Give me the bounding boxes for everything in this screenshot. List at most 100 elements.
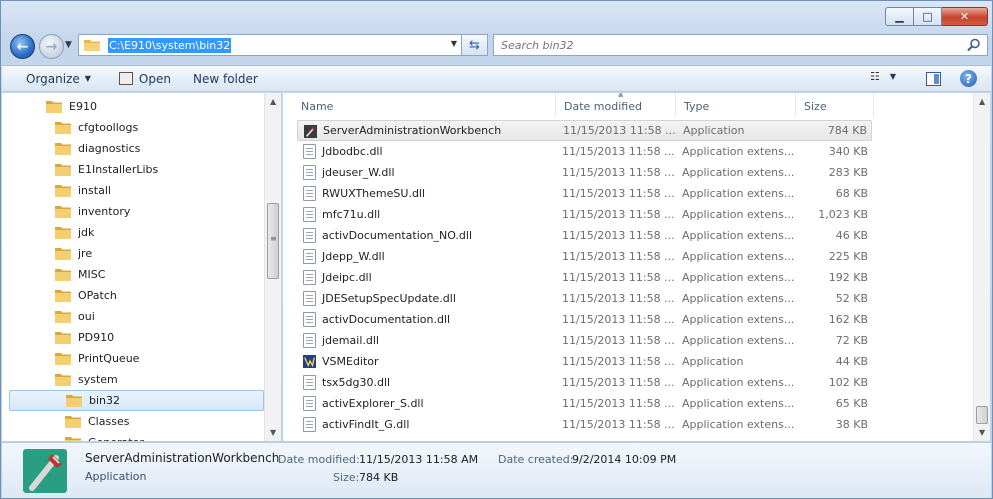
- open-button[interactable]: Open: [111, 66, 179, 91]
- file-size: 102 KB: [828, 376, 868, 389]
- column-headers: ▲ Name Date modified Type Size: [293, 93, 973, 117]
- folder-icon: [55, 374, 71, 386]
- dll-icon: [303, 249, 316, 264]
- navigation-pane: E910 cfgtoollogs diagnostics E1InstallerLib…: [2, 93, 281, 441]
- column-name[interactable]: Name: [293, 93, 556, 117]
- recent-pages-dropdown[interactable]: ▼: [65, 40, 72, 50]
- new-folder-button[interactable]: New folder: [185, 66, 266, 91]
- file-row[interactable]: Jdbodbc.dll 11/15/2013 11:58 ... Applicati…: [297, 141, 872, 162]
- file-size: 38 KB: [835, 418, 868, 431]
- tree-item-system[interactable]: system: [55, 369, 118, 390]
- refresh-button[interactable]: ⇆: [462, 34, 488, 56]
- organize-button[interactable]: Organize ▼: [18, 66, 99, 91]
- close-button[interactable]: ✕: [942, 7, 988, 26]
- tree-item-jdk[interactable]: jdk: [55, 222, 94, 243]
- tree-item-cfgtoollogs[interactable]: cfgtoollogs: [55, 117, 138, 138]
- file-row[interactable]: activFindIt_G.dll 11/15/2013 11:58 ... App…: [297, 414, 872, 435]
- navigation-scrollbar[interactable]: ▲ ≡ ▼: [264, 93, 281, 441]
- tree-item-opatch[interactable]: OPatch: [55, 285, 117, 306]
- file-row[interactable]: jdeuser_W.dll 11/15/2013 11:58 ... Applica…: [297, 162, 872, 183]
- file-date-modified: 11/15/2013 11:58 ...: [562, 229, 675, 242]
- tree-item-misc[interactable]: MISC: [55, 264, 105, 285]
- command-bar: Organize ▼ Open New folder ☷ ▼ ?: [2, 65, 991, 92]
- details-date-modified-label: Date modified:: [278, 453, 360, 466]
- column-type[interactable]: Type: [676, 93, 796, 117]
- tree-item-jre[interactable]: jre: [55, 243, 92, 264]
- tree-item-bin32[interactable]: bin32: [9, 390, 264, 411]
- tree-item-pd910[interactable]: PD910: [55, 327, 114, 348]
- file-row[interactable]: jdemail.dll 11/15/2013 11:58 ... Applicati…: [297, 330, 872, 351]
- search-box[interactable]: [493, 34, 988, 56]
- file-size: 52 KB: [835, 292, 868, 305]
- change-view-button[interactable]: ☷ ▼: [870, 70, 896, 83]
- folder-icon: [46, 101, 62, 113]
- help-button[interactable]: ?: [960, 70, 977, 87]
- scroll-down-arrow[interactable]: ▼: [270, 428, 276, 437]
- file-row[interactable]: activExplorer_S.dll 11/15/2013 11:58 ... A…: [297, 393, 872, 414]
- help-icon: ?: [965, 71, 972, 86]
- file-type: Application extens...: [682, 313, 795, 326]
- scroll-down-arrow[interactable]: ▼: [979, 428, 985, 437]
- tree-item-printqueue[interactable]: PrintQueue: [55, 348, 139, 369]
- file-row[interactable]: JDESetupSpecUpdate.dll 11/15/2013 11:58 .…: [297, 288, 872, 309]
- tree-item-e1installerlibs[interactable]: E1InstallerLibs: [55, 159, 158, 180]
- address-history-dropdown[interactable]: ▼: [451, 39, 457, 48]
- scroll-thumb[interactable]: ≡: [267, 203, 279, 279]
- folder-icon: [55, 206, 71, 218]
- file-name: Jdbodbc.dll: [322, 145, 383, 158]
- file-date-modified: 11/15/2013 11:58 ...: [562, 397, 675, 410]
- tree-item-diagnostics[interactable]: diagnostics: [55, 138, 140, 159]
- file-type: Application extens...: [682, 292, 795, 305]
- file-row[interactable]: mfc71u.dll 11/15/2013 11:58 ... Applicatio…: [297, 204, 872, 225]
- file-type: Application extens...: [682, 250, 795, 263]
- tree-item-oui[interactable]: oui: [55, 306, 95, 327]
- file-row[interactable]: activDocumentation.dll 11/15/2013 11:58 .…: [297, 309, 872, 330]
- file-date-modified: 11/15/2013 11:58 ...: [562, 292, 675, 305]
- folder-icon: [66, 395, 82, 407]
- file-name: jdemail.dll: [322, 334, 379, 347]
- file-name: activDocumentation_NO.dll: [322, 229, 472, 242]
- file-type: Application extens...: [682, 187, 795, 200]
- maximize-button[interactable]: □: [914, 7, 942, 26]
- scroll-thumb[interactable]: [976, 406, 988, 424]
- tree-item-generator[interactable]: Generator: [65, 432, 144, 441]
- file-size: 784 KB: [827, 124, 867, 137]
- folder-icon: [55, 164, 71, 176]
- file-name: VSMEditor: [322, 355, 379, 368]
- minimize-button[interactable]: ▁: [885, 7, 914, 26]
- back-button[interactable]: ←: [10, 34, 35, 59]
- file-row[interactable]: VSMEditor 11/15/2013 11:58 ... Application…: [297, 351, 872, 372]
- forward-button[interactable]: →: [39, 34, 64, 59]
- search-icon[interactable]: [967, 38, 981, 52]
- tree-item-e910[interactable]: E910: [46, 96, 97, 117]
- scroll-up-arrow[interactable]: ▲: [979, 97, 985, 106]
- file-size: 72 KB: [835, 334, 868, 347]
- file-row[interactable]: Jdepp_W.dll 11/15/2013 11:58 ... Applicati…: [297, 246, 872, 267]
- file-date-modified: 11/15/2013 11:58 ...: [562, 145, 675, 158]
- tree-item-classes[interactable]: Classes: [65, 411, 129, 432]
- preview-pane-button[interactable]: [926, 72, 941, 86]
- details-date-created-label: Date created:: [498, 453, 574, 466]
- file-row[interactable]: RWUXThemeSU.dll 11/15/2013 11:58 ... Appli…: [297, 183, 872, 204]
- file-type: Application extens...: [682, 229, 795, 242]
- address-bar[interactable]: C:\E910\system\bin32 ▼: [78, 34, 462, 56]
- tree-item-inventory[interactable]: inventory: [55, 201, 130, 222]
- file-row[interactable]: activDocumentation_NO.dll 11/15/2013 11:5…: [297, 225, 872, 246]
- file-row[interactable]: tsx5dg30.dll 11/15/2013 11:58 ... Applicat…: [297, 372, 872, 393]
- file-row[interactable]: ServerAdministrationWorkbench 11/15/2013 …: [297, 120, 872, 141]
- refresh-icon: ⇆: [469, 37, 480, 53]
- dll-icon: [303, 417, 316, 432]
- file-list-scrollbar[interactable]: ▲ ▼: [973, 93, 990, 441]
- file-type: Application extens...: [682, 418, 795, 431]
- file-row[interactable]: Jdeipc.dll 11/15/2013 11:58 ... Applicatio…: [297, 267, 872, 288]
- file-size: 192 KB: [828, 271, 868, 284]
- search-input[interactable]: [501, 38, 941, 52]
- column-date-modified[interactable]: Date modified: [556, 93, 676, 117]
- file-name: activExplorer_S.dll: [322, 397, 424, 410]
- file-date-modified: 11/15/2013 11:58 ...: [562, 376, 675, 389]
- new-folder-label: New folder: [192, 71, 258, 86]
- scroll-up-arrow[interactable]: ▲: [270, 97, 276, 106]
- tree-item-install[interactable]: install: [55, 180, 111, 201]
- column-size[interactable]: Size: [796, 93, 874, 117]
- file-size: 340 KB: [828, 145, 868, 158]
